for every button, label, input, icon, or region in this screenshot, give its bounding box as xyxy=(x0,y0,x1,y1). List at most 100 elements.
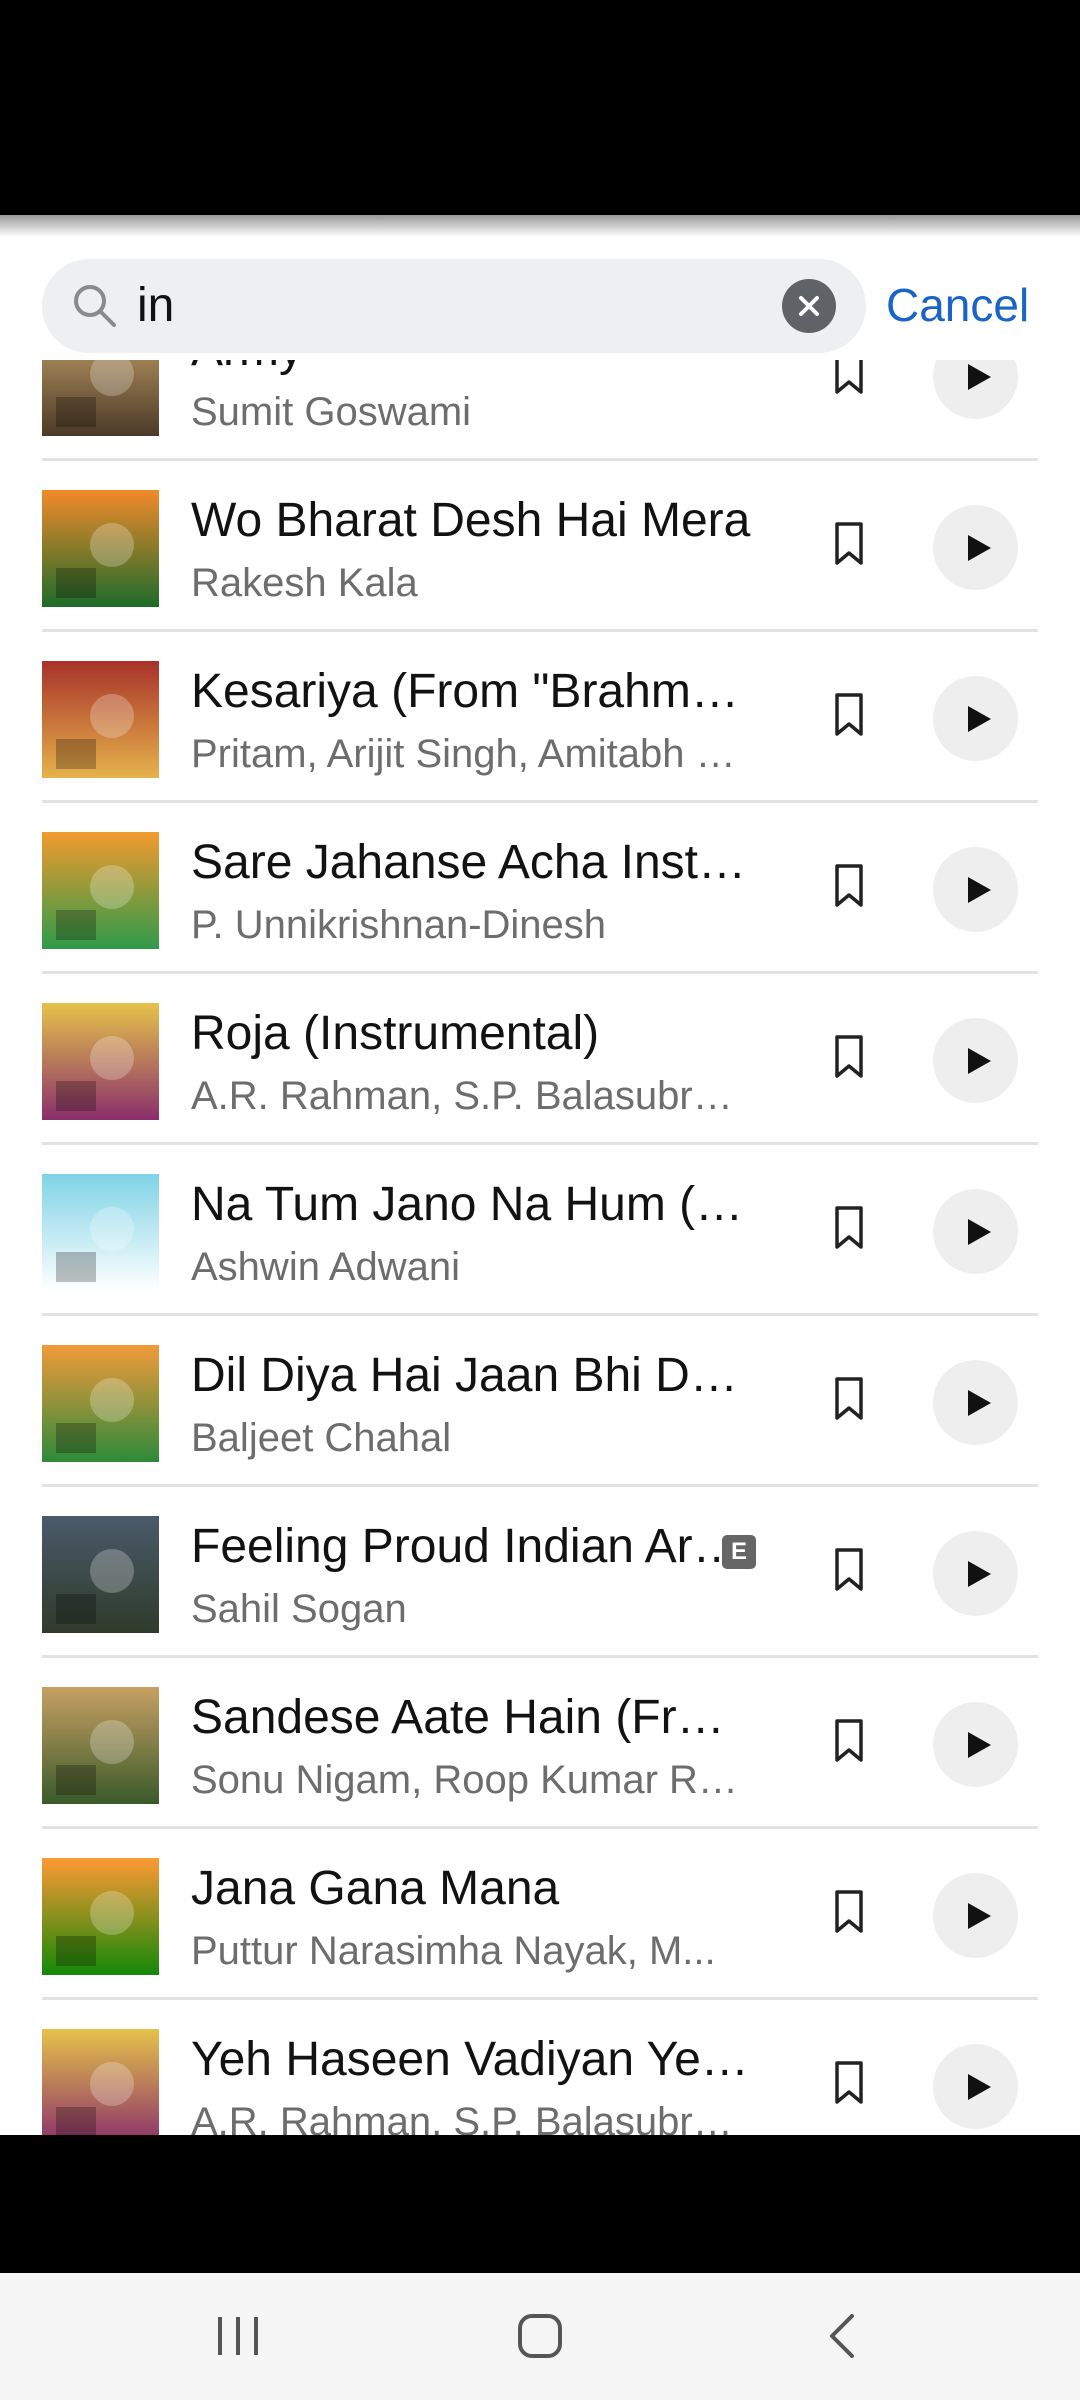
track-artist: A.R. Rahman, S.P. Balasubrahmanyam xyxy=(191,2100,751,2135)
back-button[interactable] xyxy=(824,2311,860,2366)
track-artist: P. Unnikrishnan-Dinesh xyxy=(191,903,607,947)
play-button[interactable] xyxy=(933,2044,1018,2129)
search-input[interactable]: in xyxy=(137,277,174,335)
track-title: Army xyxy=(191,360,751,380)
save-button[interactable] xyxy=(829,1032,869,1082)
play-icon xyxy=(968,535,991,561)
cancel-button[interactable]: Cancel xyxy=(886,275,1029,335)
play-icon xyxy=(968,1732,991,1758)
album-art xyxy=(42,1345,159,1462)
album-art xyxy=(42,1003,159,1120)
bookmark-icon xyxy=(835,1548,863,1591)
track-artist: A.R. Rahman, S.P. Balasubrahmanyam xyxy=(191,1074,751,1118)
save-button[interactable] xyxy=(829,1887,869,1937)
bookmark-icon xyxy=(835,1206,863,1249)
bookmark-icon xyxy=(835,522,863,565)
track-artist: Rakesh Kala xyxy=(191,561,418,605)
track-artist: Ashwin Adwani xyxy=(191,1245,461,1289)
track-row[interactable]: Na Tum Jano Na Hum (Cover) Ashwin Adwani xyxy=(0,1145,1080,1316)
album-art xyxy=(42,360,159,436)
track-title: Dil Diya Hai Jaan Bhi Denge xyxy=(191,1349,751,1402)
save-button[interactable] xyxy=(829,519,869,569)
save-button[interactable] xyxy=(829,2058,869,2108)
track-row[interactable]: Wo Bharat Desh Hai Mera Rakesh Kala xyxy=(0,461,1080,632)
track-artist: Sahil Sogan xyxy=(191,1587,407,1631)
play-icon xyxy=(968,706,991,732)
recents-button[interactable] xyxy=(216,2311,260,2366)
track-title: Sare Jahanse Acha Instrumental xyxy=(191,836,751,889)
track-row[interactable]: Jana Gana Mana Puttur Narasimha Nayak, M.… xyxy=(0,1829,1080,2000)
play-icon xyxy=(968,1390,991,1416)
track-title: Roja (Instrumental) xyxy=(191,1007,600,1060)
bookmark-icon xyxy=(835,360,863,394)
bookmark-icon xyxy=(835,1890,863,1933)
album-art xyxy=(42,490,159,607)
play-button[interactable] xyxy=(933,847,1018,932)
track-artist: Baljeet Chahal xyxy=(191,1416,452,1460)
track-artist: Puttur Narasimha Nayak, M... xyxy=(191,1929,716,1973)
bookmark-icon xyxy=(835,693,863,736)
track-row[interactable]: Dil Diya Hai Jaan Bhi Denge Baljeet Chaha… xyxy=(0,1316,1080,1487)
play-button[interactable] xyxy=(933,1360,1018,1445)
bookmark-icon xyxy=(835,2061,863,2104)
bookmark-icon xyxy=(835,864,863,907)
clear-icon xyxy=(799,296,819,316)
track-title: Kesariya (From "Brahmastra") xyxy=(191,665,751,718)
search-sheet: in Cancel Army Sumit Goswami Wo Bharat Des… xyxy=(0,215,1080,2135)
save-button[interactable] xyxy=(829,1716,869,1766)
album-art xyxy=(42,2029,159,2135)
clear-search-button[interactable] xyxy=(782,279,836,333)
track-row[interactable]: Roja (Instrumental) A.R. Rahman, S.P. Bal… xyxy=(0,974,1080,1145)
recents-icon xyxy=(218,2317,258,2355)
track-artist: Pritam, Arijit Singh, Amitabh Bhattachar… xyxy=(191,732,751,776)
save-button[interactable] xyxy=(829,1203,869,1253)
bookmark-icon xyxy=(835,1719,863,1762)
search-bar[interactable]: in xyxy=(42,259,866,353)
track-row[interactable]: Kesariya (From "Brahmastra") Pritam, Arij… xyxy=(0,632,1080,803)
status-area xyxy=(0,0,1080,215)
play-icon xyxy=(968,2074,991,2100)
play-button[interactable] xyxy=(933,1702,1018,1787)
track-row[interactable]: Yeh Haseen Vadiyan Yeh Khula Aasman A.R. … xyxy=(0,2000,1080,2135)
search-icon xyxy=(70,281,120,331)
system-nav-bar xyxy=(0,2273,1080,2400)
track-title: Yeh Haseen Vadiyan Yeh Khula Aasman xyxy=(191,2033,751,2086)
play-button[interactable] xyxy=(933,1018,1018,1103)
track-title: Wo Bharat Desh Hai Mera xyxy=(191,494,751,547)
album-art xyxy=(42,661,159,778)
bottom-black-area xyxy=(0,2135,1080,2273)
play-button[interactable] xyxy=(933,1531,1018,1616)
home-button[interactable] xyxy=(516,2311,564,2366)
save-button[interactable] xyxy=(829,690,869,740)
play-button[interactable] xyxy=(933,676,1018,761)
play-button[interactable] xyxy=(933,505,1018,590)
album-art xyxy=(42,1858,159,1975)
play-button[interactable] xyxy=(933,1873,1018,1958)
track-row[interactable]: Sandese Aate Hain (From "Border") Sonu Ni… xyxy=(0,1658,1080,1829)
track-title: Na Tum Jano Na Hum (Cover) xyxy=(191,1178,751,1231)
save-button[interactable] xyxy=(829,1374,869,1424)
play-button[interactable] xyxy=(933,1189,1018,1274)
track-row[interactable]: Feeling Proud Indian Army Sahil Sogan E xyxy=(0,1487,1080,1658)
album-art xyxy=(42,832,159,949)
play-icon xyxy=(968,877,991,903)
album-art xyxy=(42,1174,159,1291)
home-icon xyxy=(518,2314,562,2358)
track-title: Feeling Proud Indian Army xyxy=(191,1520,751,1573)
track-title: Sandese Aate Hain (From "Border") xyxy=(191,1691,751,1744)
save-button[interactable] xyxy=(829,1545,869,1595)
track-artist: Sumit Goswami xyxy=(191,390,472,434)
play-icon xyxy=(968,1219,991,1245)
play-button[interactable] xyxy=(933,360,1018,419)
save-button[interactable] xyxy=(829,861,869,911)
album-art xyxy=(42,1687,159,1804)
bookmark-icon xyxy=(835,1035,863,1078)
track-row[interactable]: Army Sumit Goswami xyxy=(0,360,1080,461)
track-row[interactable]: Sare Jahanse Acha Instrumental P. Unnikri… xyxy=(0,803,1080,974)
track-title: Jana Gana Mana xyxy=(191,1862,560,1915)
results-list[interactable]: Army Sumit Goswami Wo Bharat Desh Hai Mera… xyxy=(0,360,1080,2135)
bookmark-icon xyxy=(835,1377,863,1420)
back-icon xyxy=(830,2314,854,2358)
save-button[interactable] xyxy=(829,360,869,398)
play-icon xyxy=(968,364,991,390)
